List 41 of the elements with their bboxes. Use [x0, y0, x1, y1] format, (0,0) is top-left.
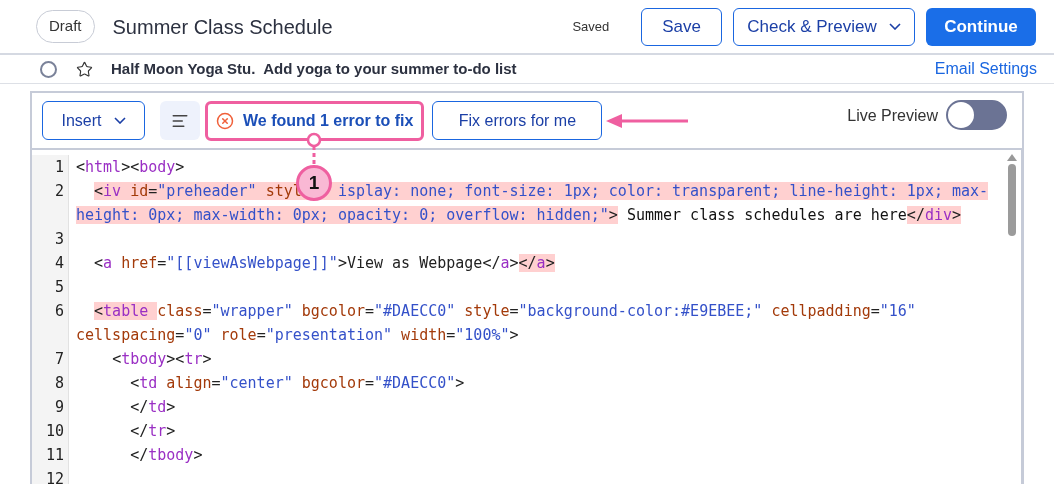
code-line: <html><body>: [76, 157, 186, 178]
page-title: Summer Class Schedule: [112, 14, 333, 40]
line-number: 11: [45, 446, 64, 464]
line-number: 1: [54, 158, 64, 176]
save-status: Saved: [572, 17, 610, 36]
code-line: <table class="wrapper" bgcolor="#DAECC0" style="background-color:#E9EBEE;" cellpadding="16" cellspacing="0" role="presentation" width="100%">: [76, 301, 917, 346]
code-line: </td>: [129, 397, 177, 418]
line-number: 5: [54, 278, 64, 296]
email-settings-link[interactable]: Email Settings: [934, 57, 1037, 81]
line-number: 4: [54, 254, 64, 272]
chevron-down-icon: [113, 117, 126, 124]
chevron-down-icon: [888, 23, 901, 30]
line-number: 6: [54, 302, 64, 320]
code-line: </tr>: [129, 421, 177, 442]
insert-button[interactable]: Insert: [42, 101, 145, 140]
line-number: 7: [54, 350, 64, 368]
error-message[interactable]: We found 1 error to fix: [205, 100, 425, 141]
code-line: <a href="[[viewAsWebpage]]">View as Webpage</a></a>: [93, 253, 556, 274]
continue-button[interactable]: Continue: [926, 7, 1036, 46]
code-line: <td align="center" bgcolor="#DAECC0">: [129, 373, 466, 394]
code-line: </tbody>: [129, 445, 204, 466]
line-number: 2: [54, 182, 64, 200]
scroll-up-icon[interactable]: [1006, 154, 1017, 161]
line-number: 3: [54, 230, 64, 248]
line-number: 9: [54, 398, 64, 416]
star-icon[interactable]: [76, 60, 93, 78]
format-button[interactable]: [160, 101, 200, 140]
live-preview-label: Live Preview: [847, 106, 938, 126]
live-preview-toggle[interactable]: [946, 100, 1007, 130]
email-subject: Half Moon Yoga Stu. Add yoga to your summer to-do list: [111, 58, 517, 79]
error-text: We found 1 error to fix: [243, 110, 414, 131]
line-number: 10: [45, 422, 64, 440]
fix-errors-button[interactable]: Fix errors for me: [432, 101, 603, 140]
save-button[interactable]: Save: [641, 7, 722, 46]
select-checkbox[interactable]: [40, 60, 57, 78]
line-number: 8: [54, 374, 64, 392]
line-number: 12: [45, 470, 64, 484]
check-preview-button[interactable]: Check & Preview: [733, 7, 915, 46]
code-line: <tbody><tr>: [111, 349, 213, 370]
scrollbar-thumb[interactable]: [1007, 164, 1016, 236]
error-icon: [216, 111, 234, 130]
